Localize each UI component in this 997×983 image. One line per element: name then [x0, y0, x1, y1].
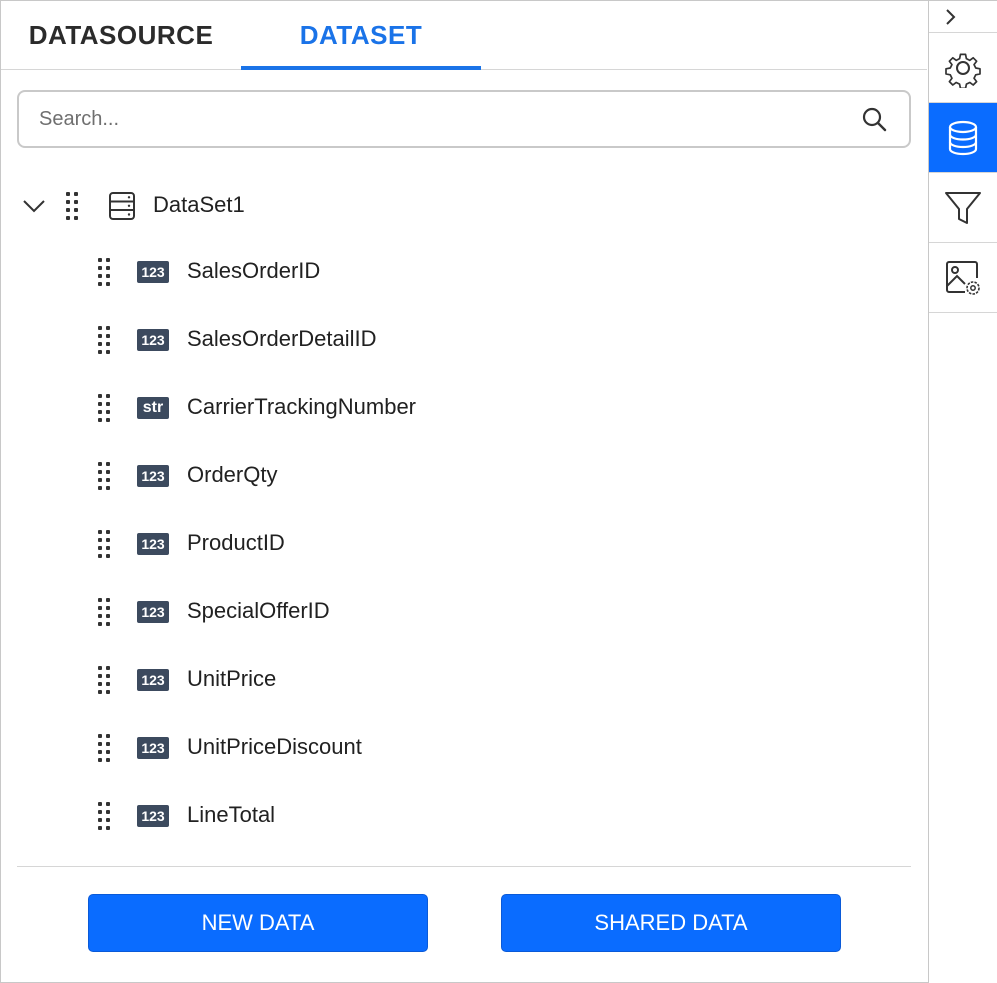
drag-handle-icon[interactable]	[98, 394, 112, 422]
field-name: ProductID	[187, 530, 285, 555]
drag-handle-icon[interactable]	[98, 326, 112, 354]
drag-handle-icon[interactable]	[66, 192, 80, 220]
drag-handle-icon[interactable]	[98, 598, 112, 626]
shared-data-button[interactable]: SHARED DATA	[501, 894, 841, 952]
chevron-right-icon	[946, 9, 956, 25]
field-item[interactable]: 123 SalesOrderID	[1, 247, 921, 297]
field-name: OrderQty	[187, 462, 278, 487]
data-panel: DATASOURCE DATASET Search... DataSet1 12…	[0, 0, 997, 983]
tab-bar: DATASOURCE DATASET	[1, 1, 927, 70]
number-type-icon: 123	[137, 669, 169, 691]
tab-datasource[interactable]: DATASOURCE	[1, 1, 241, 70]
drag-handle-icon[interactable]	[98, 258, 112, 286]
search-box	[17, 90, 911, 148]
side-rail	[928, 1, 997, 983]
filter-button[interactable]	[929, 173, 997, 243]
string-type-icon: str	[137, 397, 169, 419]
drag-handle-icon[interactable]	[98, 462, 112, 490]
number-type-icon: 123	[137, 261, 169, 283]
table-icon	[109, 192, 135, 220]
field-item[interactable]: 123 SalesOrderDetailID	[1, 315, 921, 365]
main-panel: DATASOURCE DATASET Search... DataSet1 12…	[1, 1, 928, 983]
field-item[interactable]: 123 UnitPrice	[1, 655, 921, 705]
field-item[interactable]: 123 OrderQty	[1, 451, 921, 501]
chevron-down-icon[interactable]	[21, 193, 47, 219]
number-type-icon: 123	[137, 533, 169, 555]
number-type-icon: 123	[137, 465, 169, 487]
field-item[interactable]: 123 ProductID	[1, 519, 921, 569]
drag-handle-icon[interactable]	[98, 530, 112, 558]
image-settings-button[interactable]	[929, 243, 997, 313]
collapse-button[interactable]	[929, 1, 997, 33]
number-type-icon: 123	[137, 737, 169, 759]
new-data-button[interactable]: NEW DATA	[88, 894, 428, 952]
number-type-icon: 123	[137, 805, 169, 827]
field-name: SalesOrderID	[187, 258, 321, 283]
dataset-tree-node[interactable]: DataSet1	[1, 181, 921, 231]
field-item[interactable]: str CarrierTrackingNumber	[1, 383, 921, 433]
field-item[interactable]: 123 LineTotal	[1, 791, 921, 841]
field-item[interactable]: 123 UnitPriceDiscount	[1, 723, 921, 773]
field-name: LineTotal	[187, 802, 276, 827]
field-name: CarrierTrackingNumber	[187, 394, 417, 419]
settings-button[interactable]	[929, 33, 997, 103]
gear-icon	[945, 53, 981, 88]
active-tab-indicator	[241, 66, 481, 70]
drag-handle-icon[interactable]	[98, 802, 112, 830]
tab-dataset[interactable]: DATASET	[241, 1, 481, 70]
image-settings-icon	[946, 261, 980, 295]
field-name: UnitPriceDiscount	[187, 734, 362, 759]
database-icon	[948, 120, 978, 156]
dataset-panel-button[interactable]	[929, 103, 997, 173]
field-name: SpecialOfferID	[187, 598, 330, 623]
field-name: UnitPrice	[187, 666, 277, 691]
divider	[17, 866, 911, 867]
number-type-icon: 123	[137, 329, 169, 351]
dataset-name: DataSet1	[153, 192, 245, 217]
search-input[interactable]	[39, 104, 839, 134]
filter-icon	[945, 192, 981, 224]
search-icon[interactable]	[861, 106, 887, 132]
drag-handle-icon[interactable]	[98, 734, 112, 762]
field-name: SalesOrderDetailID	[187, 326, 377, 351]
field-item[interactable]: 123 SpecialOfferID	[1, 587, 921, 637]
drag-handle-icon[interactable]	[98, 666, 112, 694]
number-type-icon: 123	[137, 601, 169, 623]
